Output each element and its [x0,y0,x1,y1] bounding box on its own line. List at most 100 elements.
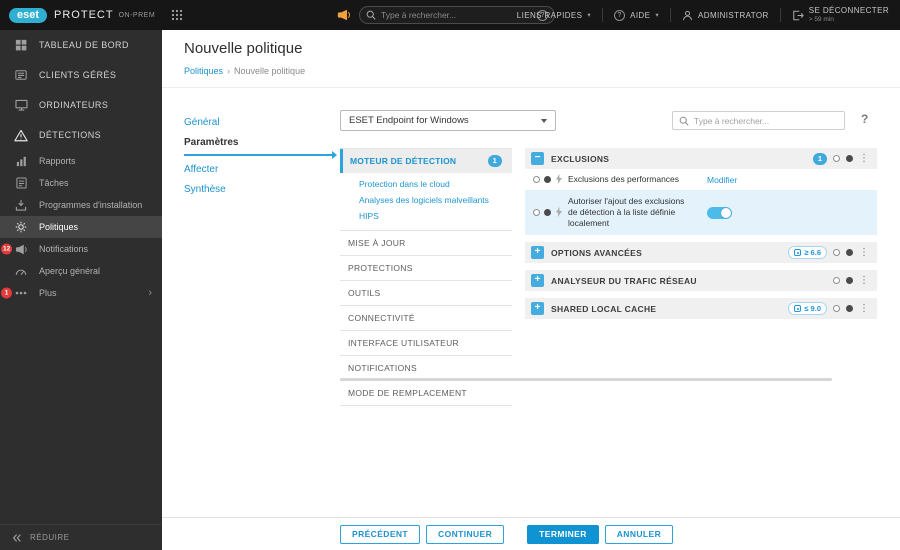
product-select-value: ESET Endpoint for Windows [349,115,469,126]
sidebar-item-tableau-de-bord[interactable]: TABLEAU DE BORD [0,30,162,60]
apply-flag-icon[interactable] [533,176,540,183]
section-options-avancees-header[interactable]: + OPTIONS AVANCÉES ≥ 6.6 ⋮ [525,242,877,264]
collapse-label: RÉDUIRE [30,533,70,542]
finish-button[interactable]: TERMINER [527,524,599,544]
section-exclusions-header[interactable]: − EXCLUSIONS 1 ⋮ [525,148,877,169]
category-protections[interactable]: PROTECTIONS [340,256,512,281]
quick-links-menu[interactable]: LIENS RAPIDES ▾ [506,0,602,30]
apply-flag-icon[interactable] [833,305,840,313]
product-name: PROTECT [54,9,114,21]
wizard-footer: PRÉCÉDENT CONTINUER TERMINER ANNULER [162,517,900,550]
force-flag-icon[interactable] [846,249,853,257]
settings-search-input[interactable] [694,115,838,126]
menu-dots-icon[interactable]: ⋮ [859,303,869,314]
sidebar-item-label: Programmes d'installation [39,200,143,210]
category-label: MOTEUR DE DÉTECTION [350,156,457,166]
help-label: AIDE [630,10,651,20]
sidebar-item-detections[interactable]: DÉTECTIONS [0,120,162,150]
sidebar-item-plus[interactable]: 1 Plus › [0,282,162,304]
horizontal-scrollbar[interactable] [340,378,832,381]
version-text: ≤ 9.0 [804,304,821,314]
force-flag-icon[interactable] [846,155,853,162]
topbar: eset PROTECT ON-PREM ? LIENS RAPIDES ▾ [0,0,900,30]
sidebar-item-clients-geres[interactable]: CLIENTS GÉRÉS [0,60,162,90]
sidebar-item-notifications[interactable]: 12 Notifications [0,238,162,260]
sidebar-item-label: Politiques [39,222,79,232]
detections-warning-icon [12,129,30,142]
apps-grid-icon[interactable] [171,9,183,21]
wizard-step-synthese[interactable]: Synthèse [162,179,338,199]
category-interface-utilisateur[interactable]: INTERFACE UTILISATEUR [340,331,512,356]
product-select[interactable]: ESET Endpoint for Windows [340,110,556,131]
chevron-right-icon: › [148,286,152,299]
category-mise-a-jour[interactable]: MISE À JOUR [340,231,512,256]
announcements-icon[interactable] [337,9,350,21]
sidebar-item-politiques[interactable]: Politiques [0,216,162,238]
sidebar-item-label: Plus [39,288,57,298]
menu-dots-icon[interactable]: ⋮ [859,153,869,164]
wizard-steps: Général Paramètres Affecter Synthèse [162,112,338,199]
topbar-right: LIENS RAPIDES ▾ ? AIDE ▾ ADMINISTRATOR S… [506,0,900,30]
section-analyseur-trafic-reseau-header[interactable]: + ANALYSEUR DU TRAFIC RÉSEAU ⋮ [525,270,877,292]
previous-button[interactable]: PRÉCÉDENT [340,524,421,544]
category-hips[interactable]: HIPS [340,208,512,224]
menu-dots-icon[interactable]: ⋮ [859,247,869,258]
wizard-step-affecter[interactable]: Affecter [162,159,338,179]
category-connectivite[interactable]: CONNECTIVITÉ [340,306,512,331]
section-shared-local-cache-header[interactable]: + SHARED LOCAL CACHE ≤ 9.0 ⋮ [525,298,877,320]
cancel-button[interactable]: ANNULER [604,524,674,544]
sidebar: TABLEAU DE BORD CLIENTS GÉRÉS ORDINATEUR… [0,30,162,550]
sidebar-item-taches[interactable]: Tâches [0,172,162,194]
section-shared-local-cache: + SHARED LOCAL CACHE ≤ 9.0 ⋮ [525,298,877,320]
sidebar-collapse-button[interactable]: RÉDUIRE [0,524,162,550]
settings-search[interactable] [672,111,845,130]
wizard-step-parametres[interactable]: Paramètres [162,132,338,152]
managed-clients-icon [12,69,30,81]
modifier-link[interactable]: Modifier [707,175,737,185]
help-menu[interactable]: ? AIDE ▾ [603,0,670,30]
logout-button[interactable]: SE DÉCONNECTER > 59 min [781,0,900,30]
expand-icon[interactable]: + [531,302,544,316]
wizard-step-general[interactable]: Général [162,112,338,132]
breadcrumb: Politiques › Nouvelle politique [184,66,900,76]
toggle-switch-on[interactable] [707,206,732,219]
version-text: ≥ 6.6 [804,248,821,258]
apply-flag-icon[interactable] [833,155,840,162]
sidebar-item-ordinateurs[interactable]: ORDINATEURS [0,90,162,120]
apply-flag-icon[interactable] [533,209,540,217]
search-icon [679,116,689,126]
more-dots-icon [12,291,30,295]
menu-dots-icon[interactable]: ⋮ [859,275,869,286]
force-flag-icon[interactable] [846,305,853,313]
user-menu[interactable]: ADMINISTRATOR [671,0,780,30]
apply-flag-icon[interactable] [833,249,840,257]
user-label: ADMINISTRATOR [698,10,769,20]
sidebar-item-programmes-installation[interactable]: Programmes d'installation [0,194,162,216]
collapse-icon[interactable]: − [531,152,544,165]
category-protection-cloud[interactable]: Protection dans le cloud [340,176,512,192]
category-outils[interactable]: OUTILS [340,281,512,306]
sidebar-item-apercu-general[interactable]: Aperçu général [0,260,162,282]
category-moteur-de-detection[interactable]: MOTEUR DE DÉTECTION 1 [340,149,512,173]
force-flag-icon[interactable] [544,209,551,217]
sidebar-item-label: ORDINATEURS [39,100,109,110]
sidebar-item-label: Aperçu général [39,266,101,276]
sidebar-item-label: Tâches [39,178,69,188]
section-analyseur-trafic-reseau: + ANALYSEUR DU TRAFIC RÉSEAU ⋮ [525,270,877,292]
expand-icon[interactable]: + [531,274,544,288]
apply-flag-icon[interactable] [833,277,840,285]
sidebar-item-label: Notifications [39,244,89,254]
category-analyses-logiciels[interactable]: Analyses des logiciels malveillants [340,192,512,208]
force-flag-icon[interactable] [846,277,853,285]
breadcrumb-parent-link[interactable]: Politiques [184,66,223,76]
app-window: eset PROTECT ON-PREM ? LIENS RAPIDES ▾ [0,0,900,550]
settings-help-button[interactable]: ? [861,112,868,126]
notification-count-badge: 12 [1,243,13,255]
sidebar-item-label: CLIENTS GÉRÉS [39,70,117,80]
sidebar-item-rapports[interactable]: Rapports [0,150,162,172]
force-flag-icon[interactable] [544,176,551,183]
continue-button[interactable]: CONTINUER [426,524,505,544]
category-mode-remplacement[interactable]: MODE DE REMPLACEMENT [340,381,512,406]
expand-icon[interactable]: + [531,246,544,260]
setting-row-local-detection-exclusions: Autoriser l'ajout des exclusions de déte… [525,190,877,236]
